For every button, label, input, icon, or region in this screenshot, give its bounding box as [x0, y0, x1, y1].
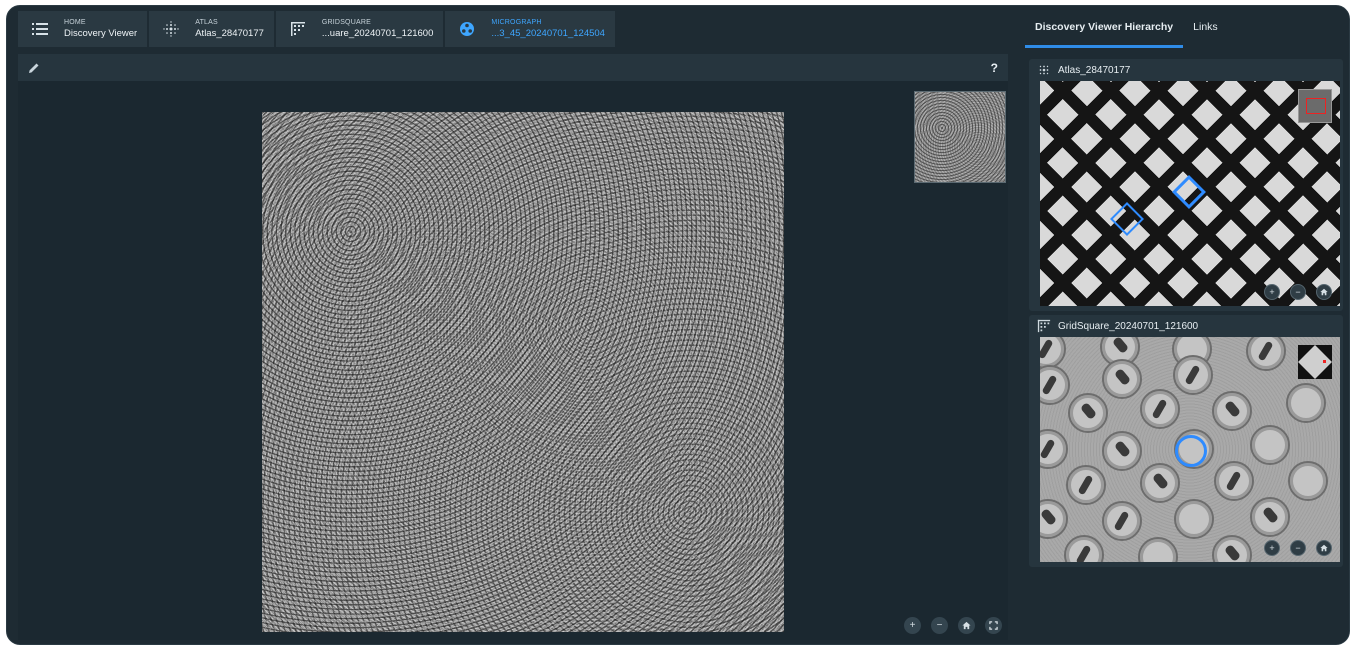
foil-hole[interactable] [1102, 501, 1142, 541]
viewer-minimap[interactable] [914, 91, 1006, 183]
atlas-card-title: Atlas_28470177 [1058, 64, 1131, 76]
pencil-icon[interactable] [28, 61, 42, 75]
viewer-toolbar: ? [18, 54, 1008, 81]
atlas-card: Atlas_28470177 + − [1029, 59, 1343, 311]
foil-hole[interactable] [1173, 355, 1213, 395]
zoom-in-button[interactable]: + [904, 617, 921, 634]
gridsquare-minimap[interactable] [1298, 345, 1332, 379]
gridsquare-icon [288, 19, 308, 39]
atlas-minimap[interactable] [1298, 89, 1332, 123]
foil-hole[interactable] [1138, 537, 1178, 562]
crumb-atlas[interactable]: ATLAS Atlas_28470177 [149, 11, 274, 47]
home-button[interactable] [958, 617, 975, 634]
gridsquare-card: GridSquare_20240701_121600 + − [1029, 315, 1343, 567]
gridsquare-image[interactable]: + − [1040, 337, 1340, 562]
atlas-grid-icon [161, 19, 181, 39]
crumb-label: GRIDSQUARE [321, 19, 371, 27]
fullscreen-icon [989, 621, 998, 630]
foil-hole[interactable] [1040, 365, 1070, 405]
selected-foil-hole-marker[interactable] [1175, 435, 1207, 467]
crumb-label: HOME [64, 19, 86, 27]
foil-hole[interactable] [1288, 461, 1328, 501]
atlas-zoom-controls: + − [1264, 284, 1332, 300]
viewer-zoom-controls: + − [904, 617, 1002, 634]
hierarchy-panel: Discovery Viewer Hierarchy Links Atlas_2… [1025, 6, 1349, 644]
atlas-card-header: Atlas_28470177 [1029, 59, 1343, 81]
crumb-value: ...uare_20240701_121600 [321, 28, 434, 40]
atlas-home-button[interactable] [1316, 284, 1332, 300]
crumb-value: ...3_45_20240701_124504 [491, 28, 605, 40]
tab-discovery-viewer-hierarchy[interactable]: Discovery Viewer Hierarchy [1025, 6, 1184, 48]
gridsquare-card-header: GridSquare_20240701_121600 [1029, 315, 1343, 337]
atlas-image[interactable]: + − [1040, 81, 1340, 306]
micrograph-icon [457, 19, 477, 39]
help-button[interactable]: ? [991, 61, 998, 75]
home-icon [1320, 544, 1328, 552]
foil-hole[interactable] [1064, 535, 1104, 562]
foil-hole[interactable] [1212, 391, 1252, 431]
gridsquare-zoom-controls: + − [1264, 540, 1332, 556]
foil-hole[interactable] [1250, 497, 1290, 537]
crumb-home[interactable]: HOME Discovery Viewer [18, 11, 148, 47]
foil-hole[interactable] [1212, 535, 1252, 562]
atlas-grid-icon [1037, 63, 1051, 77]
foil-hole[interactable] [1174, 499, 1214, 539]
crumb-value: Discovery Viewer [64, 28, 138, 40]
list-icon [30, 19, 50, 39]
tab-links[interactable]: Links [1183, 6, 1228, 48]
panel-tabs: Discovery Viewer Hierarchy Links [1025, 6, 1228, 48]
foil-hole[interactable] [1040, 337, 1066, 369]
breadcrumb: HOME Discovery Viewer ATLAS Atlas_284701… [18, 11, 615, 47]
foil-hole[interactable] [1040, 499, 1068, 539]
gridsquare-zoom-out-button[interactable]: − [1290, 540, 1306, 556]
zoom-out-button[interactable]: − [931, 617, 948, 634]
crumb-label: ATLAS [195, 19, 218, 27]
foil-hole[interactable] [1246, 337, 1286, 371]
crumb-value: Atlas_28470177 [195, 28, 264, 40]
crumb-gridsquare[interactable]: GRIDSQUARE ...uare_20240701_121600 [275, 11, 444, 47]
micrograph-image[interactable] [262, 112, 784, 632]
home-icon [962, 621, 971, 630]
foil-hole[interactable] [1040, 429, 1068, 469]
atlas-zoom-out-button[interactable]: − [1290, 284, 1306, 300]
foil-hole[interactable] [1140, 389, 1180, 429]
foil-hole[interactable] [1102, 359, 1142, 399]
gridsquare-zoom-in-button[interactable]: + [1264, 540, 1280, 556]
app-window: HOME Discovery Viewer ATLAS Atlas_284701… [6, 5, 1350, 645]
foil-hole[interactable] [1214, 461, 1254, 501]
foil-hole[interactable] [1250, 425, 1290, 465]
crumb-label: MICROGRAPH [491, 19, 542, 27]
atlas-zoom-in-button[interactable]: + [1264, 284, 1280, 300]
gridsquare-card-title: GridSquare_20240701_121600 [1058, 320, 1199, 332]
fullscreen-button[interactable] [985, 617, 1002, 634]
foil-hole[interactable] [1068, 393, 1108, 433]
foil-hole[interactable] [1286, 383, 1326, 423]
crumb-micrograph[interactable]: MICROGRAPH ...3_45_20240701_124504 [445, 11, 615, 47]
foil-hole[interactable] [1102, 431, 1142, 471]
micrograph-viewer[interactable]: ? + − [18, 54, 1008, 640]
foil-hole[interactable] [1066, 465, 1106, 505]
gridsquare-home-button[interactable] [1316, 540, 1332, 556]
home-icon [1320, 288, 1328, 296]
gridsquare-icon [1037, 319, 1051, 333]
foil-hole[interactable] [1140, 463, 1180, 503]
